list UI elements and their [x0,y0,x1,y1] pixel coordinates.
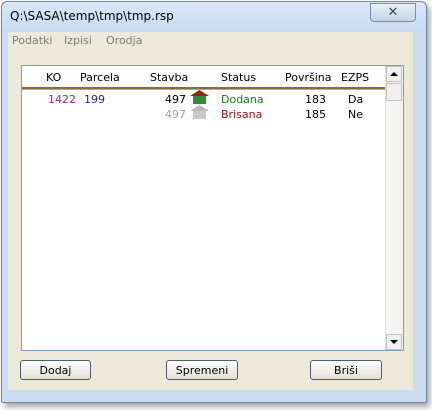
column-header-status[interactable]: Status [221,71,256,84]
menu-item-izpisi[interactable]: Izpisi [64,34,92,47]
client-area: KO Parcela Stavba Status Površina EZPS 1… [8,50,413,390]
delete-button[interactable]: Briši [310,360,382,380]
title-bar[interactable]: Q:\SASA\temp\tmp\tmp.rsp ✕ [2,2,426,32]
menu-item-podatki[interactable]: Podatki [12,34,52,47]
column-header-stavba[interactable]: Stavba [150,71,188,84]
column-header-povrsina[interactable]: Površina [285,71,332,84]
cell-ko: 1422 [48,93,76,106]
list-header: KO Parcela Stavba Status Površina EZPS [22,66,386,89]
arrow-up-icon [390,72,398,76]
cell-status: Brisana [221,108,263,121]
cell-status: Dodana [221,93,264,106]
close-button[interactable]: ✕ [370,3,416,22]
vertical-scrollbar[interactable] [385,66,403,350]
cell-povrsina: 183 [305,93,326,106]
window-title: Q:\SASA\temp\tmp\tmp.rsp [10,9,174,23]
column-header-parcela[interactable]: Parcela [80,71,120,84]
cell-stavba: 497 [165,93,186,106]
app-window: Q:\SASA\temp\tmp\tmp.rsp ✕ Podatki Izpis… [1,1,427,403]
menu-item-orodja[interactable]: Orodja [106,34,142,47]
add-button[interactable]: Dodaj [20,360,91,380]
edit-button[interactable]: Spremeni [166,360,238,380]
scroll-thumb[interactable] [386,83,402,101]
close-icon: ✕ [387,5,399,20]
cell-povrsina: 185 [305,108,326,121]
scroll-down-button[interactable] [386,334,402,350]
cell-stavba: 497 [165,108,186,121]
house-gray-icon [190,105,209,119]
record-list[interactable]: KO Parcela Stavba Status Površina EZPS 1… [21,65,404,351]
cell-ezps: Ne [348,108,363,121]
house-green-roof-icon [190,90,209,104]
cell-ezps: Da [348,93,364,106]
arrow-down-icon [390,340,398,344]
column-header-ezps[interactable]: EZPS [341,71,369,84]
column-header-ko[interactable]: KO [46,71,61,84]
menu-bar: Podatki Izpisi Orodja [8,32,413,50]
cell-parcela: 199 [84,93,105,106]
scroll-up-button[interactable] [386,66,402,82]
